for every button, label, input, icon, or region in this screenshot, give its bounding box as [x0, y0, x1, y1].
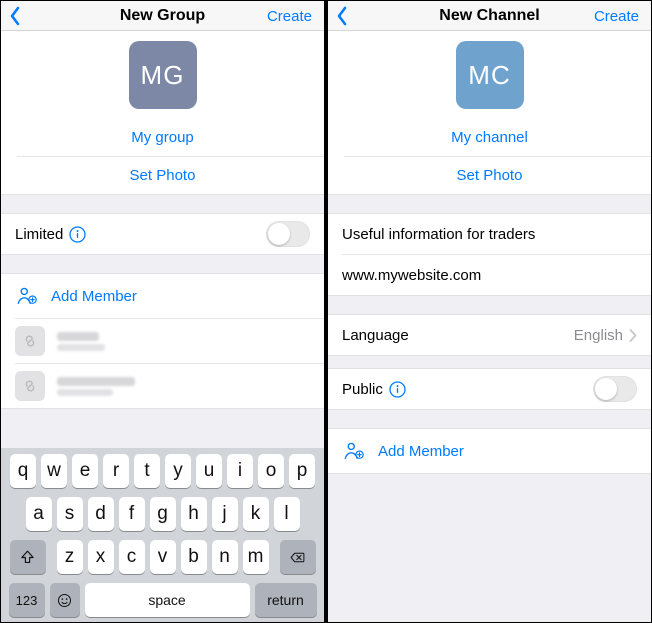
- member-name-blurred: [57, 332, 99, 341]
- create-button[interactable]: Create: [267, 1, 312, 31]
- link-icon: [21, 377, 39, 395]
- members-section: Add Member: [328, 428, 651, 474]
- channel-name-input[interactable]: My channel: [328, 119, 651, 156]
- info-icon[interactable]: [389, 381, 406, 398]
- key-123[interactable]: 123: [9, 583, 45, 617]
- key-e[interactable]: e: [72, 454, 98, 488]
- language-row[interactable]: Language English: [328, 315, 651, 355]
- key-c[interactable]: c: [119, 540, 145, 574]
- members-section: Add Member: [1, 273, 324, 409]
- public-toggle[interactable]: [593, 376, 637, 402]
- member-row[interactable]: [1, 364, 324, 408]
- delete-icon: [289, 549, 306, 566]
- channel-avatar[interactable]: MC: [456, 41, 524, 109]
- member-avatar: [15, 371, 45, 401]
- public-section: Public: [328, 368, 651, 410]
- key-w[interactable]: w: [41, 454, 67, 488]
- limited-row[interactable]: Limited: [1, 214, 324, 254]
- settings-section: Language English: [328, 314, 651, 356]
- key-u[interactable]: u: [196, 454, 222, 488]
- create-button[interactable]: Create: [594, 1, 639, 31]
- new-channel-screen: New Channel Create MC My channel Set Pho…: [326, 0, 652, 623]
- description-value: Useful information for traders: [342, 226, 637, 243]
- key-v[interactable]: v: [150, 540, 176, 574]
- key-r[interactable]: r: [103, 454, 129, 488]
- member-sub-blurred: [57, 389, 113, 396]
- key-k[interactable]: k: [243, 497, 269, 531]
- public-row[interactable]: Public: [328, 369, 651, 409]
- add-member-row[interactable]: Add Member: [1, 274, 324, 318]
- key-b[interactable]: b: [181, 540, 207, 574]
- key-emoji[interactable]: [50, 583, 80, 617]
- member-sub-blurred: [57, 344, 105, 351]
- key-i[interactable]: i: [227, 454, 253, 488]
- group-name-input[interactable]: My group: [1, 119, 324, 156]
- nav-title: New Group: [120, 7, 205, 25]
- set-photo-button[interactable]: Set Photo: [1, 157, 324, 194]
- key-shift[interactable]: [10, 540, 46, 574]
- key-h[interactable]: h: [181, 497, 207, 531]
- key-j[interactable]: j: [212, 497, 238, 531]
- group-avatar[interactable]: MG: [129, 41, 197, 109]
- key-a[interactable]: a: [26, 497, 52, 531]
- info-icon[interactable]: [69, 226, 86, 243]
- key-return[interactable]: return: [255, 583, 317, 617]
- back-button[interactable]: [336, 1, 348, 31]
- chevron-right-icon: [629, 329, 637, 342]
- back-button[interactable]: [9, 1, 21, 31]
- info-section: Useful information for traders www.myweb…: [328, 213, 651, 296]
- kbd-row-4: 123 space return: [4, 583, 321, 617]
- add-member-icon: [343, 440, 365, 462]
- website-input[interactable]: www.mywebsite.com: [328, 255, 651, 295]
- kbd-row-2: a s d f g h j k l: [4, 497, 321, 531]
- language-value: English: [574, 327, 623, 344]
- header-block: MC My channel Set Photo: [328, 31, 651, 195]
- key-x[interactable]: x: [88, 540, 114, 574]
- key-s[interactable]: s: [57, 497, 83, 531]
- add-member-icon: [16, 285, 38, 307]
- key-n[interactable]: n: [212, 540, 238, 574]
- key-f[interactable]: f: [119, 497, 145, 531]
- link-icon: [21, 332, 39, 350]
- set-photo-button[interactable]: Set Photo: [328, 157, 651, 194]
- key-space[interactable]: space: [85, 583, 250, 617]
- chevron-left-icon: [336, 6, 348, 26]
- add-member-label: Add Member: [51, 288, 137, 305]
- chevron-left-icon: [9, 6, 21, 26]
- nav-title: New Channel: [439, 7, 539, 25]
- member-avatar: [15, 326, 45, 356]
- description-input[interactable]: Useful information for traders: [328, 214, 651, 254]
- new-group-screen: New Group Create MG My group Set Photo L…: [0, 0, 326, 623]
- limited-section: Limited: [1, 213, 324, 255]
- shift-icon: [19, 549, 36, 566]
- keyboard: q w e r t y u i o p a s d f g h j k l: [1, 448, 324, 622]
- emoji-icon: [56, 592, 73, 609]
- header-block: MG My group Set Photo: [1, 31, 324, 195]
- key-d[interactable]: d: [88, 497, 114, 531]
- key-delete[interactable]: [280, 540, 316, 574]
- limited-label: Limited: [15, 226, 63, 243]
- language-label: Language: [342, 327, 574, 344]
- member-row[interactable]: [1, 319, 324, 363]
- key-q[interactable]: q: [10, 454, 36, 488]
- add-member-row[interactable]: Add Member: [328, 429, 651, 473]
- limited-toggle[interactable]: [266, 221, 310, 247]
- key-l[interactable]: l: [274, 497, 300, 531]
- key-p[interactable]: p: [289, 454, 315, 488]
- key-z[interactable]: z: [57, 540, 83, 574]
- nav-bar: New Group Create: [1, 1, 324, 31]
- kbd-row-1: q w e r t y u i o p: [4, 454, 321, 488]
- public-label: Public: [342, 381, 383, 398]
- member-name-blurred: [57, 377, 135, 386]
- add-member-label: Add Member: [378, 443, 464, 460]
- kbd-row-3: z x c v b n m: [4, 540, 321, 574]
- key-m[interactable]: m: [243, 540, 269, 574]
- website-value: www.mywebsite.com: [342, 267, 637, 284]
- key-g[interactable]: g: [150, 497, 176, 531]
- key-o[interactable]: o: [258, 454, 284, 488]
- key-t[interactable]: t: [134, 454, 160, 488]
- nav-bar: New Channel Create: [328, 1, 651, 31]
- key-y[interactable]: y: [165, 454, 191, 488]
